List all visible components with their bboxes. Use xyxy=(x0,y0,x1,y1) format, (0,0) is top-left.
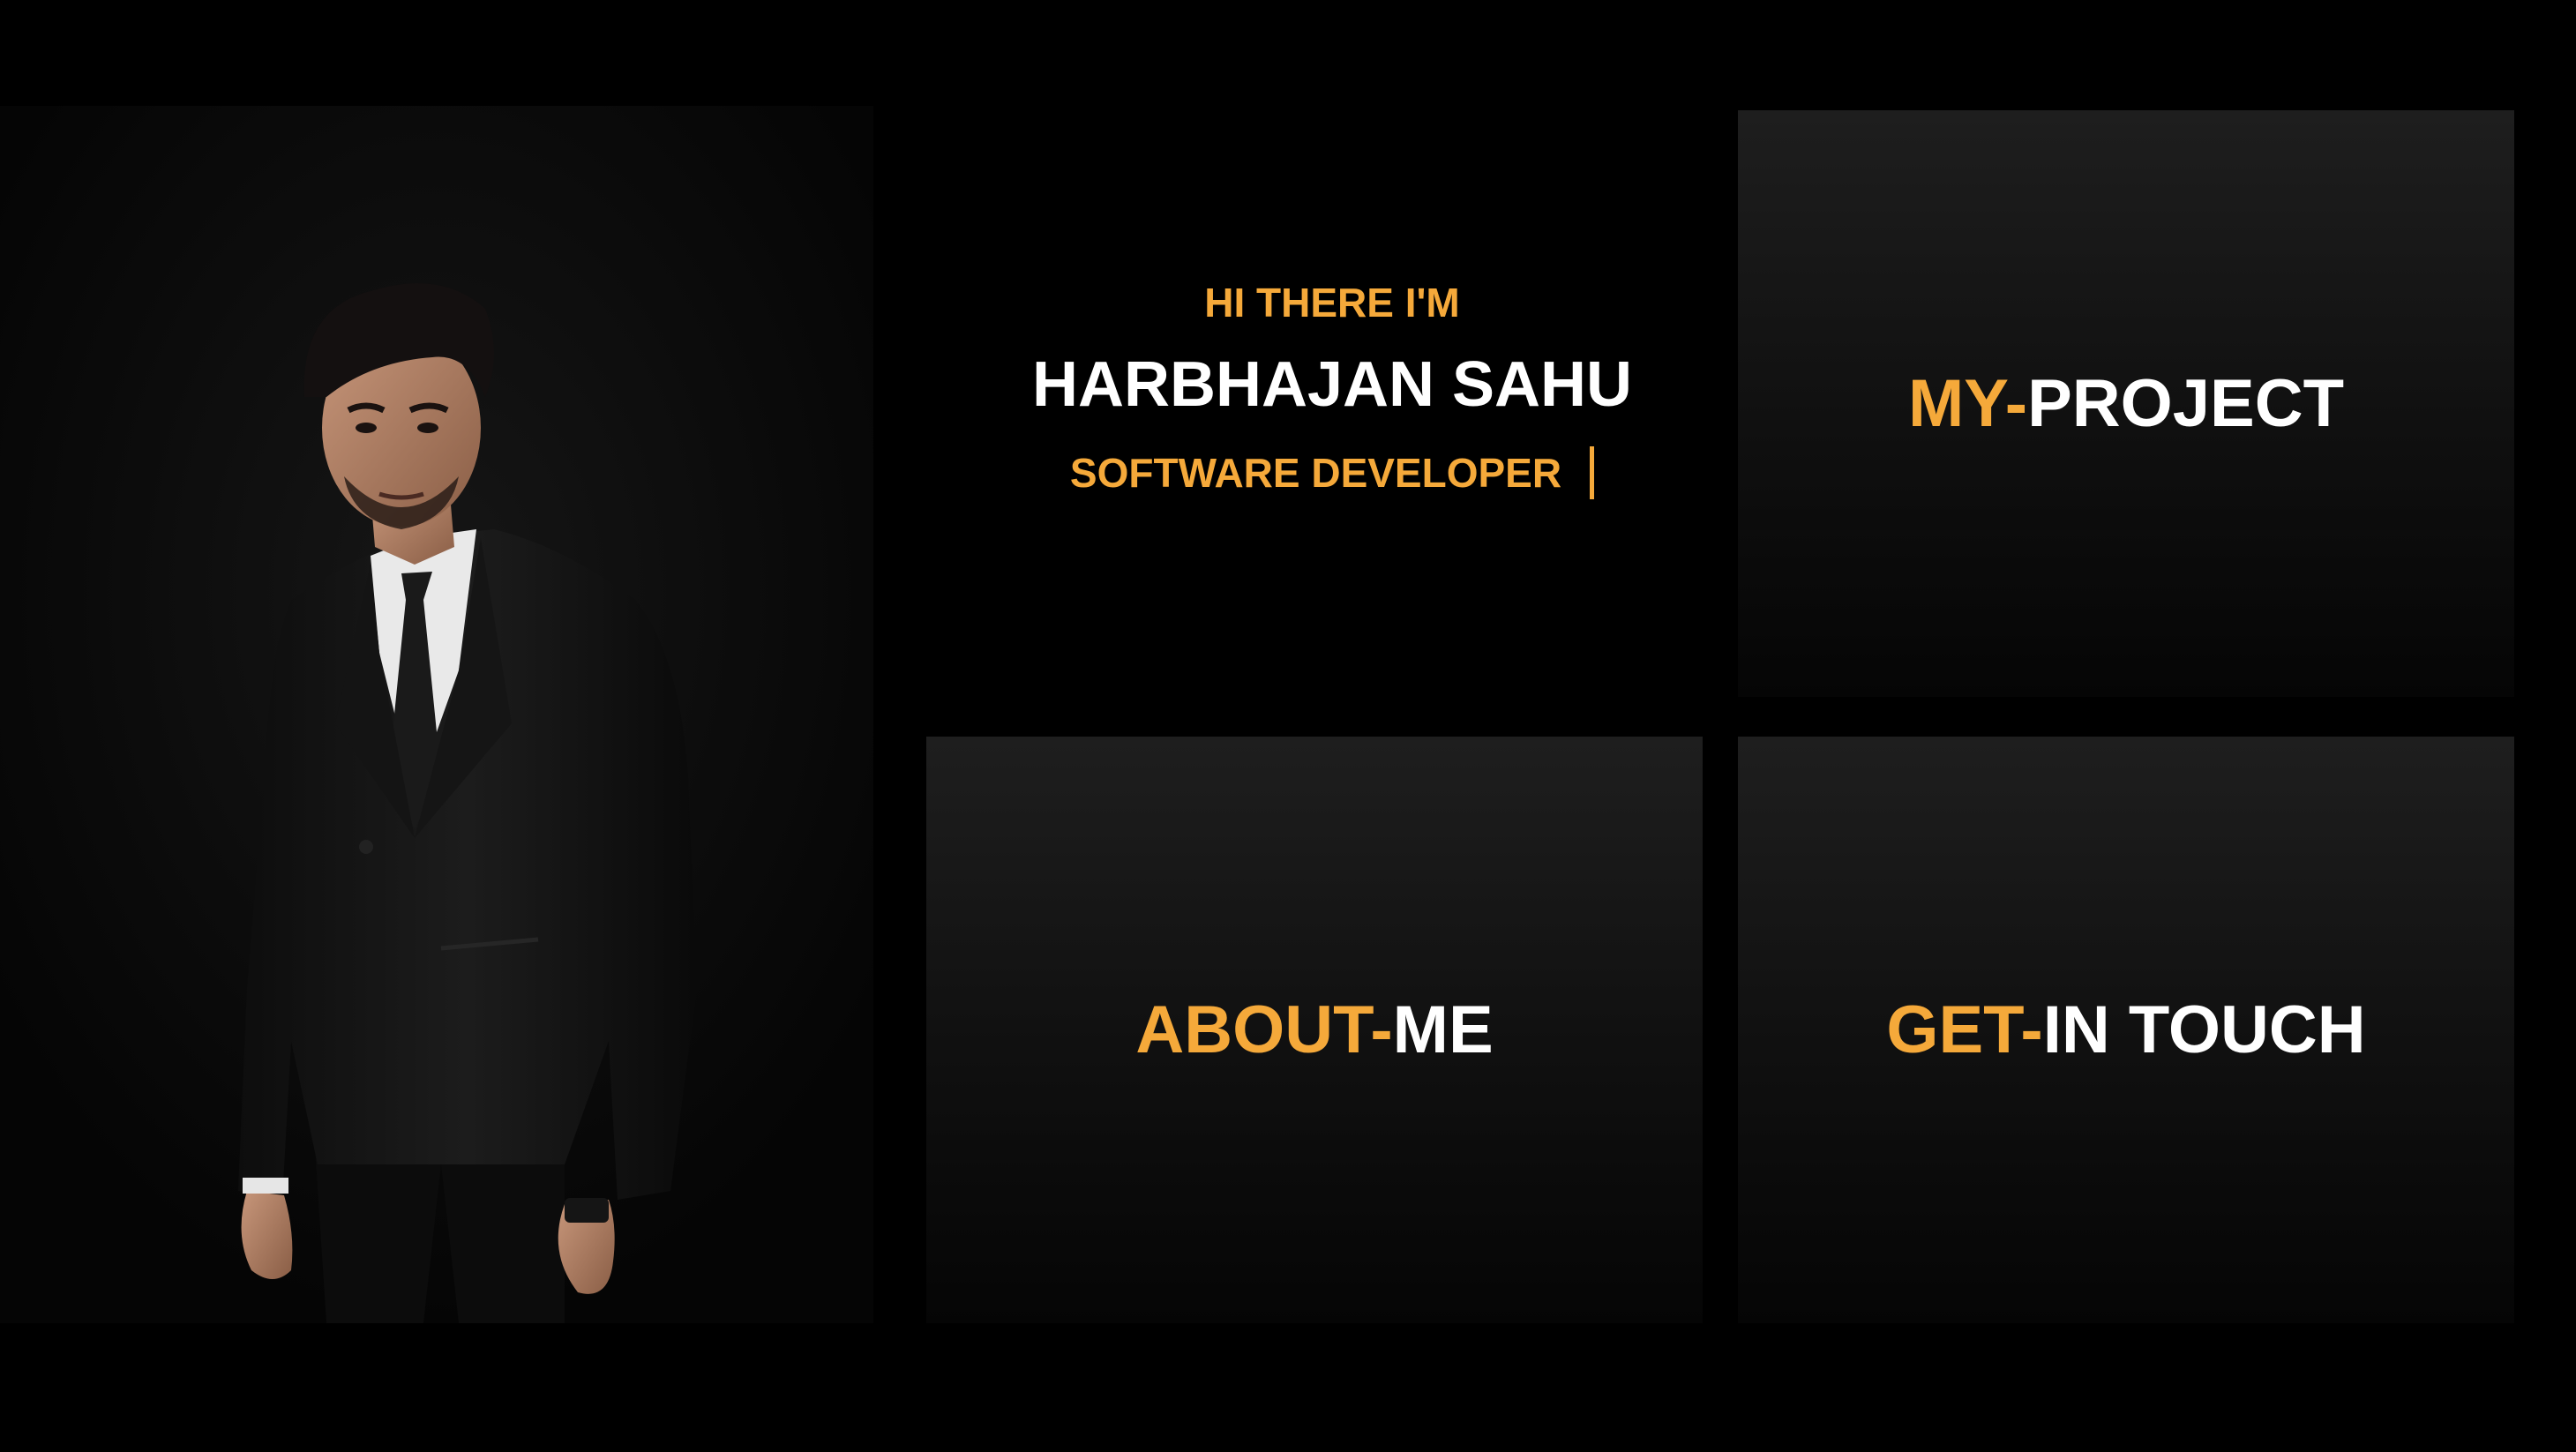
portrait-illustration xyxy=(0,106,873,1323)
my-project-label-accent: MY- xyxy=(1907,365,2028,441)
intro-block: HI THERE I'M HARBHAJAN SAHU SOFTWARE DEV… xyxy=(926,282,1738,499)
my-project-label: MY-PROJECT xyxy=(1908,370,2344,438)
greeting-text: HI THERE I'M xyxy=(1204,280,1460,326)
get-in-touch-label: GET-IN TOUCH xyxy=(1886,996,2365,1064)
about-me-label: ABOUT-ME xyxy=(1135,996,1493,1064)
about-me-label-accent: ABOUT- xyxy=(1135,992,1393,1067)
role-text: SOFTWARE DEVELOPER xyxy=(1069,450,1562,496)
page: HI THERE I'M HARBHAJAN SAHU SOFTWARE DEV… xyxy=(0,0,2576,1452)
my-project-label-rest: PROJECT xyxy=(2027,365,2345,441)
get-in-touch-card[interactable]: GET-IN TOUCH xyxy=(1738,737,2514,1323)
profile-portrait-image xyxy=(0,106,873,1323)
get-in-touch-label-accent: GET- xyxy=(1886,992,2043,1067)
my-project-card[interactable]: MY-PROJECT xyxy=(1738,110,2514,697)
about-me-card[interactable]: ABOUT-ME xyxy=(926,737,1703,1323)
about-me-label-rest: ME xyxy=(1392,992,1494,1067)
developer-name: HARBHAJAN SAHU xyxy=(1031,349,1633,420)
get-in-touch-label-rest: IN TOUCH xyxy=(2042,992,2366,1067)
role-line: SOFTWARE DEVELOPER xyxy=(926,446,1738,499)
typing-cursor xyxy=(1590,446,1595,499)
